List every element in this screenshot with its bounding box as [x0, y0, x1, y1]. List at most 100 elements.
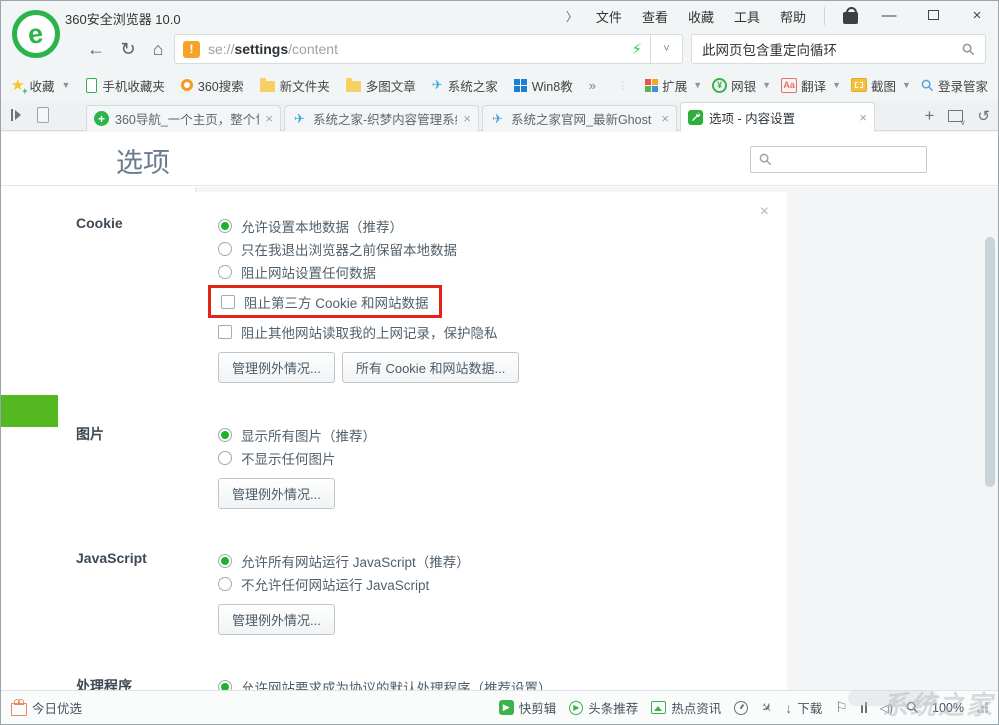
tab-xitongzhijia-cms[interactable]: ✈系统之家-织梦内容管理系统× — [284, 105, 479, 131]
checkbox-icon[interactable] — [218, 325, 232, 339]
site-warning-icon[interactable]: ! — [183, 41, 200, 58]
radio-checked-icon[interactable] — [218, 554, 232, 568]
section-images: 图片显示所有图片（推荐）不显示任何图片管理例外情况... — [76, 423, 787, 509]
tab-label: 选项 - 内容设置 — [709, 108, 853, 127]
mobile-view-icon[interactable] — [37, 107, 49, 123]
zoom-level[interactable]: 100% — [932, 701, 964, 715]
chevron-down-icon: ▼ — [693, 80, 702, 90]
option-cookie-2[interactable]: 阻止网站设置任何数据 — [218, 260, 787, 283]
button-javascript-0[interactable]: 管理例外情况... — [218, 604, 335, 635]
search-box[interactable]: 此网页包含重定向循环 — [691, 34, 986, 64]
sound-icon[interactable]: ◁) — [880, 701, 893, 715]
overlay-close-icon[interactable]: × — [760, 204, 769, 220]
tool-login-manager[interactable]: 登录管家 — [921, 76, 988, 95]
menu-item-view[interactable]: 查看 — [642, 7, 668, 26]
resize-grip[interactable] — [977, 702, 988, 713]
option-cookie-0[interactable]: 允许设置本地数据（推荐） — [218, 214, 787, 237]
button-cookie-0[interactable]: 管理例外情况... — [218, 352, 335, 383]
tool-extensions[interactable]: 扩展▼ — [645, 76, 702, 95]
tab-wrench-icon — [688, 110, 703, 125]
chevron-down-icon: ▼ — [762, 80, 771, 90]
option-label: 不允许任何网站运行 JavaScript — [241, 574, 429, 594]
bookmarks-overflow-icon[interactable]: » — [589, 78, 596, 93]
option-images-0[interactable]: 显示所有图片（推荐） — [218, 423, 787, 446]
tab-close-icon[interactable]: × — [463, 112, 471, 125]
button-images-0[interactable]: 管理例外情况... — [218, 478, 335, 509]
option-cookie-4[interactable]: 阻止其他网站读取我的上网记录，保护隐私 — [218, 320, 787, 343]
new-tab-button[interactable]: + — [924, 105, 934, 127]
sidebar-expand-icon[interactable] — [11, 109, 21, 121]
button-cookie-1[interactable]: 所有 Cookie 和网站数据... — [342, 352, 520, 383]
speed-test-icon[interactable] — [734, 701, 748, 715]
side-panel-icon[interactable] — [861, 702, 867, 713]
menu-item-favorites[interactable]: 收藏 — [688, 7, 714, 26]
menu-expander-icon[interactable]: 〉 — [566, 8, 578, 25]
magnifier-person-icon — [921, 79, 934, 92]
search-icon[interactable] — [962, 43, 975, 56]
tab-360-nav[interactable]: +360导航_一个主页，整个世× — [86, 105, 281, 131]
lightning-icon[interactable]: ⚡ — [631, 40, 642, 58]
star-icon: ★ — [11, 76, 24, 94]
option-cookie-1[interactable]: 只在我退出浏览器之前保留本地数据 — [218, 237, 787, 260]
radio-icon[interactable] — [218, 577, 232, 591]
tab-close-icon[interactable]: × — [661, 112, 669, 125]
bookmark-win8-tutorial[interactable]: Win8教 — [514, 76, 573, 95]
minimize-button[interactable]: — — [876, 3, 902, 29]
refresh-icon[interactable]: ↻ — [115, 36, 141, 62]
menu-item-file[interactable]: 文件 — [596, 7, 622, 26]
home-icon[interactable]: ⌂ — [145, 36, 171, 62]
folder-icon — [260, 81, 275, 92]
page-zoom-icon[interactable] — [906, 701, 919, 714]
scrollbar-thumb[interactable] — [985, 237, 995, 487]
boost-rocket-icon[interactable]: ✈ — [757, 698, 776, 717]
close-button[interactable]: × — [964, 3, 990, 29]
radio-icon[interactable] — [218, 265, 232, 279]
tab-close-icon[interactable]: × — [859, 111, 867, 124]
checkbox-icon[interactable] — [221, 295, 235, 309]
section-label: Cookie — [76, 214, 218, 383]
radio-checked-icon[interactable] — [218, 428, 232, 442]
menu-item-help[interactable]: 帮助 — [780, 7, 806, 26]
bookmarks-bar: ★ 收藏 ▼ 手机收藏夹360搜索新文件夹多图文章✈系统之家Win8教 » ⋮ … — [1, 69, 998, 101]
bookmark-360-search[interactable]: 360搜索 — [181, 76, 244, 95]
bookmark-xitongzhijia[interactable]: ✈系统之家 — [432, 76, 498, 95]
drag-dots-icon: ⋮ — [617, 79, 629, 92]
tab-xitongzhijia-ghost[interactable]: ✈系统之家官网_最新Ghost X× — [482, 105, 677, 131]
maximize-button[interactable] — [920, 3, 946, 29]
tab-close-icon[interactable]: × — [265, 112, 273, 125]
address-dropdown-button[interactable]: ˅ — [651, 34, 683, 64]
reopen-closed-tab-icon[interactable]: ↺ — [977, 107, 990, 125]
radio-icon[interactable] — [218, 242, 232, 256]
quick-edit-button[interactable]: ▶快剪辑 — [499, 698, 557, 717]
bookmark-mobile-favorites[interactable]: 手机收藏夹 — [86, 76, 165, 95]
tool-online-banking[interactable]: ¥网银▼ — [712, 76, 771, 95]
address-bar[interactable]: ! se://settings/content ⚡ — [174, 34, 651, 64]
headline-recommend-button[interactable]: ▶头条推荐 — [569, 698, 638, 717]
tab-options-content[interactable]: 选项 - 内容设置 × — [680, 102, 875, 132]
bookmark-new-folder[interactable]: 新文件夹 — [260, 76, 330, 95]
radio-icon[interactable] — [218, 451, 232, 465]
option-images-1[interactable]: 不显示任何图片 — [218, 446, 787, 469]
bank-shield-icon: ¥ — [712, 78, 727, 93]
bookmark-multi-pic-articles[interactable]: 多图文章 — [346, 76, 416, 95]
option-javascript-0[interactable]: 允许所有网站运行 JavaScript（推荐） — [218, 549, 787, 572]
section-label: JavaScript — [76, 549, 218, 635]
flag-icon[interactable]: ⚐ — [835, 699, 848, 716]
radio-checked-icon[interactable] — [218, 219, 232, 233]
hot-news-button[interactable]: 热点资讯 — [651, 698, 721, 717]
tool-screenshot[interactable]: 截图▼ — [851, 76, 911, 95]
navigation-bar: ← ↻ ⌂ ! se://settings/content ⚡ ˅ 此网页包含重… — [1, 31, 998, 69]
option-cookie-3[interactable]: 阻止第三方 Cookie 和网站数据 — [221, 290, 429, 313]
today-picks-button[interactable]: 今日优选 — [11, 698, 82, 717]
favorites-button[interactable]: ★ 收藏 ▼ — [11, 76, 70, 95]
settings-search-input[interactable] — [750, 146, 927, 173]
tab-list-icon[interactable] — [948, 110, 963, 122]
tool-translate[interactable]: Aa翻译▼ — [781, 76, 841, 95]
download-button[interactable]: ↓下载 — [785, 698, 822, 717]
scrollbar-track[interactable] — [984, 197, 996, 690]
menu-item-tools[interactable]: 工具 — [734, 7, 760, 26]
option-javascript-1[interactable]: 不允许任何网站运行 JavaScript — [218, 572, 787, 595]
back-icon[interactable]: ← — [83, 36, 109, 62]
app-store-icon[interactable] — [843, 12, 858, 24]
browser-logo-icon[interactable]: e — [12, 10, 60, 58]
